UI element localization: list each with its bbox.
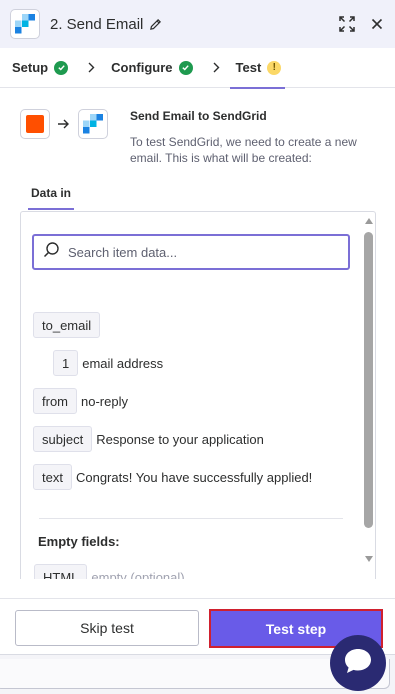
empty-field-row: HTML empty (optional) (34, 564, 185, 579)
chat-bubble-icon (343, 647, 373, 680)
check-icon (54, 60, 69, 75)
scrollbar[interactable] (362, 212, 375, 579)
chevron-right-icon (88, 62, 95, 73)
data-in-panel: to_email 1 email address from no-reply s… (20, 211, 376, 579)
pencil-icon[interactable] (149, 18, 162, 31)
panel-header: 2. Send Email (0, 0, 395, 48)
field-key: from (33, 388, 77, 414)
field-row: from no-reply (33, 388, 128, 414)
scrollbar-thumb[interactable] (364, 232, 373, 528)
expand-icon[interactable] (339, 16, 355, 32)
field-row: 1 email address (53, 350, 163, 376)
test-content: Send Email to SendGrid To test SendGrid,… (0, 89, 395, 599)
chevron-right-icon (213, 62, 220, 73)
divider (39, 518, 343, 519)
flow-diagram (20, 109, 108, 139)
summary-title: Send Email to SendGrid (130, 109, 267, 123)
field-key: subject (33, 426, 93, 452)
field-key: to_email (33, 312, 101, 338)
tab-test[interactable]: Test ! (229, 48, 286, 89)
sendgrid-logo-icon (78, 109, 108, 139)
field-row: subject Response to your application (33, 426, 264, 452)
skip-test-button[interactable]: Skip test (15, 610, 199, 646)
search-input[interactable] (68, 244, 318, 260)
tab-setup-label: Setup (12, 60, 49, 75)
field-value: Response to your application (96, 431, 264, 447)
scroll-up-arrow-icon[interactable] (365, 218, 373, 224)
summary-description: To test SendGrid, we need to create a ne… (130, 135, 357, 165)
empty-fields-title: Empty fields: (38, 534, 120, 549)
tab-configure[interactable]: Configure (111, 48, 193, 88)
search-field[interactable] (32, 234, 350, 270)
warning-icon: ! (267, 60, 282, 75)
sendgrid-logo-icon (10, 9, 40, 39)
arrow-right-icon (58, 119, 70, 129)
field-value: Congrats! You have successfully applied! (75, 469, 313, 485)
tab-setup[interactable]: Setup (12, 48, 69, 88)
chat-button[interactable] (330, 635, 386, 691)
search-icon (43, 241, 60, 263)
check-icon (178, 60, 193, 75)
tab-test-label: Test (235, 60, 262, 75)
field-value: email address (82, 355, 164, 371)
field-key: 1 (53, 350, 79, 376)
field-key: text (33, 464, 72, 490)
field-value: no-reply (81, 393, 128, 409)
field-row: text Congrats! You have successfully app… (33, 464, 312, 490)
field-row: to_email (33, 312, 101, 338)
close-icon[interactable] (371, 18, 383, 30)
tab-configure-label: Configure (111, 60, 173, 75)
field-key: HTML (34, 564, 88, 579)
step-tabs: Setup Configure Test ! (0, 48, 395, 89)
field-value: empty (optional) (91, 569, 185, 580)
tab-data-in[interactable]: Data in (28, 177, 74, 210)
zapier-trigger-icon (20, 109, 50, 139)
step-title: 2. Send Email (50, 15, 144, 33)
scroll-down-arrow-icon[interactable] (365, 556, 373, 562)
